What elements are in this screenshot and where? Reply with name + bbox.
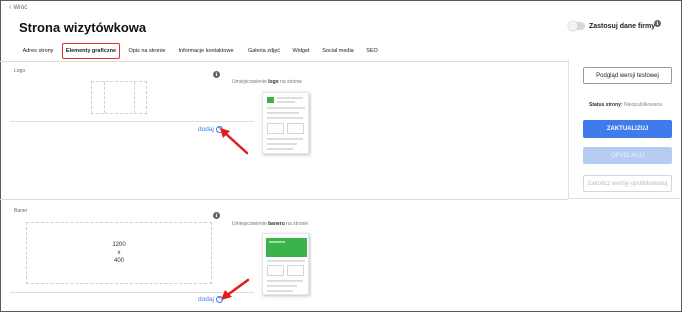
logo-placement-bold: logo xyxy=(268,79,279,85)
baner-placement-preview xyxy=(262,233,309,295)
logo-placement-suffix: na stronie xyxy=(280,79,303,85)
tab-seo[interactable]: SEO xyxy=(365,43,379,59)
preview-row xyxy=(267,285,297,287)
preview-box xyxy=(287,123,304,134)
tabs-divider xyxy=(0,61,568,62)
logo-section-divider xyxy=(10,121,254,122)
preview-row xyxy=(267,143,297,145)
preview-row xyxy=(267,112,299,114)
publish-button[interactable]: OPUBLIKUJ xyxy=(583,147,672,164)
preview-box xyxy=(287,265,304,276)
red-arrow-icon xyxy=(221,278,250,300)
tab-widget[interactable]: Widget xyxy=(290,43,312,59)
tab-opis-na-stronie[interactable]: Opis na stronie xyxy=(125,43,169,59)
tab-adres-strony[interactable]: Adres strony xyxy=(18,43,58,59)
baner-info-icon[interactable]: i xyxy=(213,212,220,219)
preview-test-button[interactable]: Podgląd wersji testowej xyxy=(583,67,672,84)
status-label: Status strony: xyxy=(589,102,623,108)
tab-informacje-kontaktowe[interactable]: Informacje kontaktowe xyxy=(175,43,237,59)
sidebar-bottom-divider xyxy=(568,198,680,199)
company-data-toggle[interactable] xyxy=(568,21,585,31)
status-line: Status strony: Nieopublikowana xyxy=(589,102,662,108)
info-icon[interactable]: i xyxy=(654,20,661,27)
sections-divider xyxy=(0,199,568,200)
tab-elementy-graficzne[interactable]: Elementy graficzne xyxy=(62,43,120,59)
preview-row xyxy=(277,101,295,103)
baner-placement-suffix: na stronie xyxy=(286,221,309,227)
sidebar-divider xyxy=(568,59,569,199)
preview-row xyxy=(267,117,303,119)
preview-box xyxy=(267,265,284,276)
baner-placeholder[interactable]: 1200 x 400 xyxy=(26,222,212,284)
preview-row xyxy=(267,107,305,109)
logo-placement-preview xyxy=(262,92,309,154)
preview-row xyxy=(267,138,303,140)
chevron-left-icon: ‹ xyxy=(9,4,12,11)
preview-row xyxy=(267,280,303,282)
logo-placeholder-inner xyxy=(104,82,135,113)
baner-placement-label: Umiejscowienie baneru na stronie xyxy=(232,221,308,227)
unpublish-button[interactable]: Zakończ wersję opublikowaną xyxy=(583,175,672,192)
preview-logo-mark xyxy=(267,97,274,103)
preview-box xyxy=(267,123,284,134)
preview-row xyxy=(277,97,303,99)
baner-size-height: 400 xyxy=(113,258,124,264)
preview-row xyxy=(267,148,293,150)
red-arrow-icon xyxy=(220,128,249,155)
back-label: Wróć xyxy=(13,5,28,11)
baner-size-x: x xyxy=(117,250,121,256)
status-value: Nieopublikowana xyxy=(624,102,663,108)
tab-social-media[interactable]: Social media xyxy=(320,43,356,59)
logo-placement-prefix: Umiejscowienie xyxy=(232,79,267,85)
tab-galeria-zdjec[interactable]: Galeria zdjęć xyxy=(245,43,283,59)
baner-add-label: dodaj xyxy=(198,296,214,303)
tab-bar: Adres strony Elementy graficzne Opis na … xyxy=(0,43,680,59)
company-data-toggle-group: Zastosuj dane firmy xyxy=(568,21,656,31)
toggle-label: Zastosuj dane firmy xyxy=(589,22,656,30)
baner-placement-prefix: Umiejscowienie xyxy=(232,221,267,227)
back-link[interactable]: ‹ Wróć xyxy=(9,4,28,11)
baner-placement-bold: baneru xyxy=(268,221,285,227)
update-button[interactable]: ZAKTUALIZUJ xyxy=(583,120,672,138)
logo-info-icon[interactable]: i xyxy=(213,71,220,78)
baner-section-label: Baner xyxy=(14,208,28,214)
logo-add-label: dodaj xyxy=(198,126,214,133)
toggle-knob xyxy=(568,21,578,31)
logo-placeholder[interactable] xyxy=(91,81,147,114)
preview-row xyxy=(267,260,305,262)
preview-row xyxy=(267,290,293,292)
page-title: Strona wizytówkowa xyxy=(19,20,147,35)
baner-size-width: 1200 xyxy=(112,242,126,248)
logo-section-label: Logo xyxy=(14,68,26,74)
baner-section-divider xyxy=(10,292,254,293)
logo-placement-label: Umiejscowienie logo na stronie xyxy=(232,79,302,85)
preview-row xyxy=(269,241,285,243)
